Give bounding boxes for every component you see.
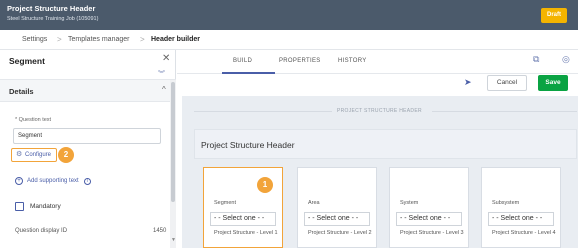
- card-name: Area: [308, 200, 320, 206]
- segment-panel-header: Segment ✕ ︾: [0, 50, 176, 80]
- draft-status-badge[interactable]: Draft: [541, 8, 567, 23]
- mandatory-checkbox[interactable]: Mandatory: [15, 202, 61, 211]
- section-label: PROJECT STRUCTURE HEADER: [337, 108, 422, 114]
- configure-button[interactable]: ⚙ Configure: [11, 148, 57, 162]
- question-display-id-value: 1450: [153, 228, 167, 234]
- question-display-id-label: Question display ID: [15, 228, 68, 234]
- breadcrumb: Settings > Templates manager > Header bu…: [0, 30, 578, 50]
- card-select[interactable]: - - Select one - -: [488, 212, 554, 226]
- details-section-header[interactable]: Details ^: [0, 80, 170, 102]
- scrollbar-thumb[interactable]: [171, 82, 175, 202]
- card-subsystem[interactable]: Subsystem - - Select one - - Project Str…: [481, 167, 561, 248]
- top-bar: Project Structure Header Steel Structure…: [0, 0, 578, 30]
- pin-icon[interactable]: ➤: [464, 77, 472, 88]
- breadcrumb-settings[interactable]: Settings: [22, 36, 47, 43]
- caret-up-icon[interactable]: ^: [162, 85, 166, 94]
- external-link-icon[interactable]: ⧉: [533, 54, 539, 65]
- card-system[interactable]: System - - Select one - - Project Struct…: [389, 167, 469, 248]
- tab-bar: BUILD PROPERTIES HISTORY ⧉ ◎: [177, 50, 578, 74]
- card-level: Project Structure - Level 2: [308, 230, 372, 236]
- divider: [194, 111, 332, 112]
- cancel-button[interactable]: Cancel: [487, 75, 527, 91]
- card-level: Project Structure - Level 1: [214, 230, 278, 236]
- add-supporting-text-button[interactable]: + Add supporting text i: [15, 177, 91, 185]
- segment-properties-panel: Segment ✕ ︾ Details ^ * Question text Se…: [0, 50, 176, 248]
- tab-build[interactable]: BUILD: [233, 58, 252, 64]
- breadcrumb-separator: >: [140, 35, 145, 44]
- tab-properties[interactable]: PROPERTIES: [279, 58, 321, 64]
- active-tab-indicator: [222, 72, 275, 74]
- step-badge-1: 1: [257, 177, 273, 193]
- card-level: Project Structure - Level 3: [400, 230, 464, 236]
- header-title: Project Structure Header: [201, 140, 295, 150]
- card-select[interactable]: - - Select one - -: [304, 212, 370, 226]
- plus-circle-icon: +: [15, 177, 23, 185]
- tab-history[interactable]: HISTORY: [338, 58, 367, 64]
- breadcrumb-separator: >: [57, 35, 62, 44]
- card-level: Project Structure - Level 4: [492, 230, 556, 236]
- step-badge-2: 2: [58, 147, 74, 163]
- divider: [432, 111, 577, 112]
- checkbox-icon[interactable]: [15, 202, 24, 211]
- builder-canvas: PROJECT STRUCTURE HEADER Project Structu…: [182, 96, 578, 248]
- breadcrumb-templates-manager[interactable]: Templates manager: [68, 36, 129, 43]
- chevron-down-icon[interactable]: ︾: [158, 69, 165, 79]
- page-title: Project Structure Header: [7, 4, 96, 13]
- details-label: Details: [9, 87, 34, 96]
- job-subtitle: Steel Structure Training Job (105091): [7, 16, 99, 22]
- card-name: Subsystem: [492, 200, 520, 206]
- segment-panel-title: Segment: [9, 56, 45, 66]
- card-name: Segment: [214, 200, 237, 206]
- configure-label: Configure: [25, 152, 52, 158]
- gear-icon: ⚙: [16, 151, 23, 158]
- header-title-box[interactable]: Project Structure Header: [194, 129, 577, 159]
- card-select[interactable]: - - Select one - -: [396, 212, 462, 226]
- question-text-input[interactable]: Segment: [13, 128, 161, 144]
- card-area[interactable]: Area - - Select one - - Project Structur…: [297, 167, 377, 248]
- save-button[interactable]: Save: [538, 75, 568, 91]
- question-text-label: * Question text: [15, 117, 52, 123]
- builder-main: BUILD PROPERTIES HISTORY ⧉ ◎ ➤ Cancel Sa…: [177, 50, 578, 248]
- card-name: System: [400, 200, 419, 206]
- scroll-down-icon[interactable]: ▼: [171, 237, 176, 243]
- globe-icon[interactable]: ◎: [562, 54, 570, 65]
- close-icon[interactable]: ✕: [162, 53, 170, 64]
- add-supporting-text-label: Add supporting text: [27, 178, 79, 184]
- breadcrumb-header-builder: Header builder: [151, 36, 201, 43]
- card-select[interactable]: - - Select one - -: [210, 212, 276, 226]
- info-icon[interactable]: i: [83, 178, 91, 185]
- mandatory-label: Mandatory: [30, 203, 61, 211]
